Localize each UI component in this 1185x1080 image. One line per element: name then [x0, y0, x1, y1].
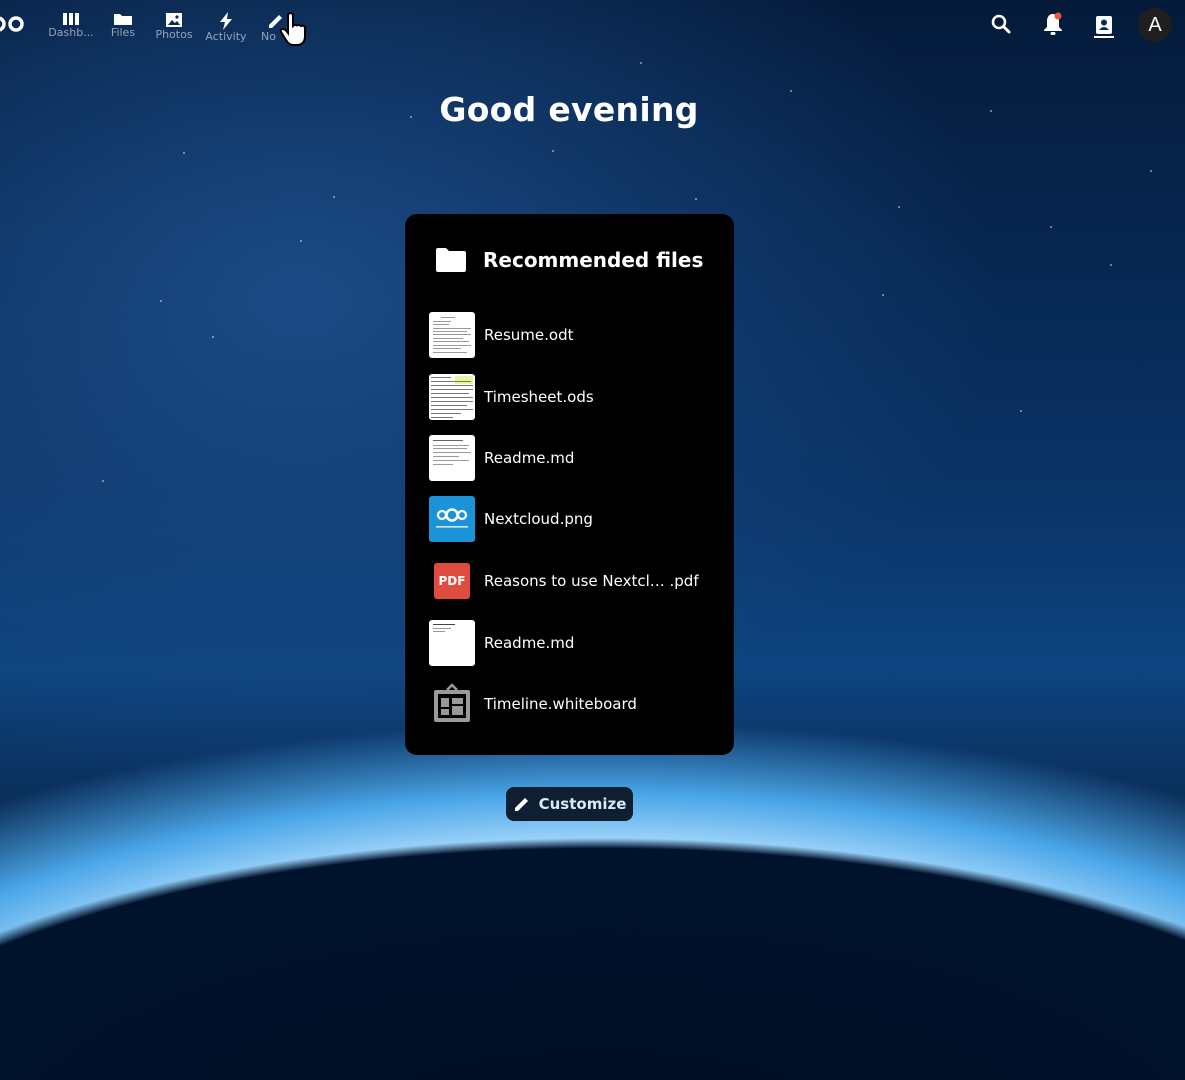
image-icon: [166, 13, 182, 27]
contacts-icon: [1094, 16, 1114, 38]
widget-header: Recommended files: [435, 244, 703, 276]
notification-dot: [1054, 12, 1062, 20]
file-item[interactable]: Timeline.whiteboard: [429, 681, 719, 727]
contacts-button[interactable]: [1089, 10, 1119, 40]
dashboard-icon: [63, 13, 79, 25]
lightning-icon: [220, 12, 232, 30]
top-bar: Dashb... Files Photos Activity No A: [0, 0, 1185, 50]
file-item[interactable]: Resume.odt: [429, 312, 719, 358]
nextcloud-logo-icon[interactable]: [0, 13, 26, 35]
spreadsheet-thumbnail: [429, 374, 475, 420]
file-name: Resume.odt: [484, 326, 574, 344]
search-button[interactable]: [987, 10, 1017, 40]
file-item[interactable]: Readme.md: [429, 435, 719, 481]
pencil-icon: [514, 798, 528, 811]
app-activity[interactable]: Activity: [200, 8, 252, 48]
file-item[interactable]: Nextcloud.png: [429, 496, 719, 542]
file-name: Readme.md: [484, 449, 575, 467]
text-thumbnail: [429, 435, 475, 481]
app-label: Files: [110, 27, 136, 39]
customize-button[interactable]: Customize: [506, 787, 633, 821]
app-label: Activity: [205, 31, 247, 43]
recommended-files-widget: Recommended files Resume.odt Timesheet.o…: [405, 214, 734, 755]
folder-icon: [114, 14, 132, 25]
whiteboard-thumbnail: [429, 681, 475, 727]
file-name: Reasons to use Nextcl… .pdf: [484, 572, 699, 590]
app-label: Photos: [155, 29, 193, 41]
file-name: Timesheet.ods: [484, 388, 594, 406]
app-label: Dashb...: [48, 27, 94, 39]
folder-icon: [436, 248, 466, 272]
file-item[interactable]: PDF Reasons to use Nextcl… .pdf: [429, 558, 719, 604]
customize-label: Customize: [538, 795, 627, 813]
app-dashboard[interactable]: Dashb...: [45, 8, 97, 48]
file-name: Nextcloud.png: [484, 510, 593, 528]
text-thumbnail: [429, 620, 475, 666]
file-item[interactable]: Timesheet.ods: [429, 374, 719, 420]
nextcloud-logo-icon: [436, 508, 468, 528]
nextcloud-logo-thumbnail: [429, 496, 475, 542]
widget-title: Recommended files: [483, 248, 704, 272]
whiteboard-icon: [434, 683, 470, 722]
file-name: Timeline.whiteboard: [484, 695, 637, 713]
document-thumbnail: [429, 312, 475, 358]
mouse-pointer-icon: [279, 12, 306, 46]
user-avatar[interactable]: A: [1138, 8, 1172, 42]
pdf-icon: PDF: [434, 563, 470, 599]
pdf-thumbnail: PDF: [429, 558, 475, 604]
file-name: Readme.md: [484, 634, 575, 652]
file-item[interactable]: Readme.md: [429, 620, 719, 666]
greeting-title: Good evening: [439, 90, 699, 129]
search-icon: [991, 14, 1011, 34]
app-files[interactable]: Files: [97, 8, 149, 48]
notifications-button[interactable]: [1038, 10, 1068, 40]
bell-icon: [1044, 12, 1062, 35]
app-photos[interactable]: Photos: [148, 8, 200, 48]
